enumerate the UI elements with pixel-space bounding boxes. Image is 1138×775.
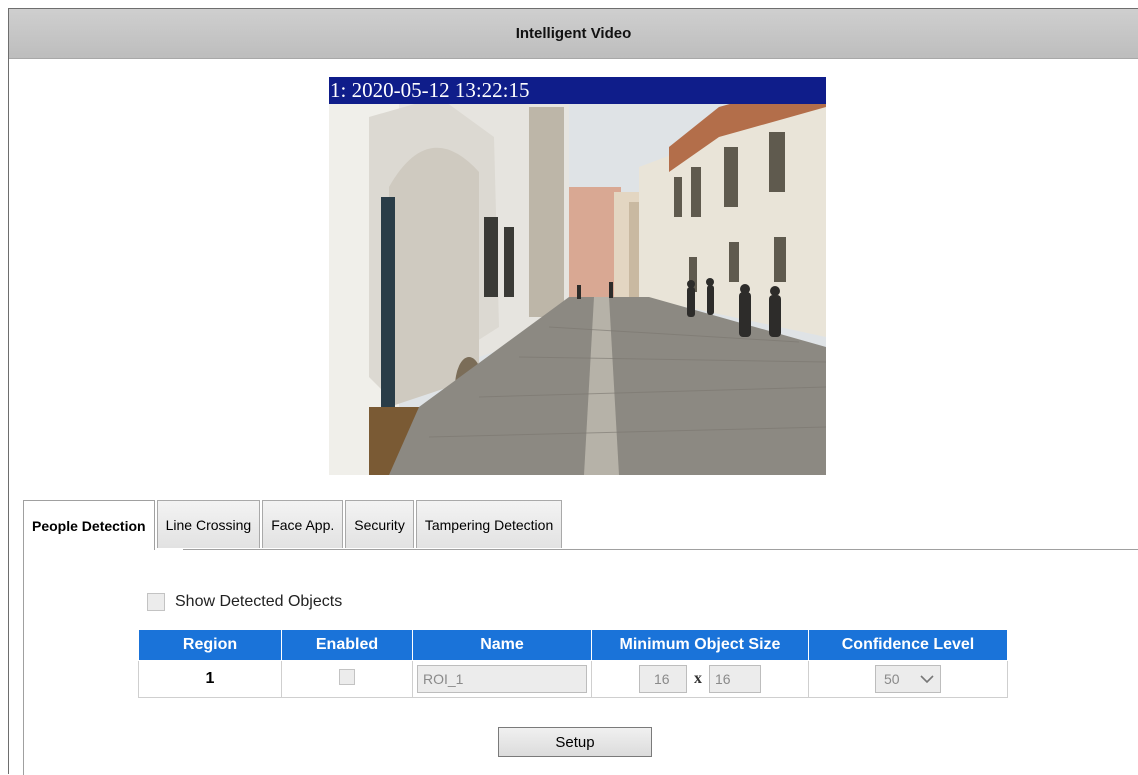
- show-detected-objects-label: Show Detected Objects: [175, 593, 343, 610]
- chevron-down-icon: [920, 674, 934, 683]
- header-enabled: Enabled: [281, 629, 413, 661]
- setup-button[interactable]: Setup: [498, 727, 652, 757]
- region-number: 1: [138, 660, 282, 698]
- enabled-checkbox[interactable]: [339, 668, 355, 685]
- header-minimum-object-size: Minimum Object Size: [591, 629, 809, 661]
- tab-line-crossing[interactable]: Line Crossing: [156, 500, 261, 548]
- show-detected-objects-checkbox[interactable]: [147, 593, 165, 611]
- min-size-cell: 16 x 16: [591, 660, 809, 698]
- table-row: 1 ROI_1 16 x 16 50: [138, 660, 1008, 698]
- window-title: Intelligent Video: [9, 9, 1138, 59]
- panel-border: [23, 549, 24, 775]
- tab-security[interactable]: Security: [345, 500, 414, 548]
- detection-tabs: People Detection Line Crossing Face App.…: [23, 500, 564, 550]
- name-cell: ROI_1: [412, 660, 592, 698]
- enabled-cell: [281, 660, 413, 698]
- video-timestamp: 1: 2020-05-12 13:22:15: [329, 77, 826, 104]
- tab-divider: [183, 549, 1138, 550]
- video-preview: 1: 2020-05-12 13:22:15: [329, 77, 826, 475]
- intelligent-video-window: Intelligent Video 1: 2020-05-12 13:22:15: [8, 8, 1138, 775]
- show-detected-objects-option: Show Detected Objects: [147, 593, 342, 611]
- min-height-input[interactable]: 16: [709, 665, 761, 693]
- header-confidence-level: Confidence Level: [808, 629, 1008, 661]
- tab-face-app[interactable]: Face App.: [262, 500, 344, 548]
- size-separator: x: [694, 670, 702, 687]
- confidence-cell: 50: [808, 660, 1008, 698]
- table-header-row: Region Enabled Name Minimum Object Size …: [138, 629, 1008, 661]
- tab-people-detection[interactable]: People Detection: [23, 500, 155, 550]
- region-name-input[interactable]: ROI_1: [417, 665, 587, 693]
- header-region: Region: [138, 629, 282, 661]
- confidence-level-select[interactable]: 50: [875, 665, 941, 693]
- min-width-input[interactable]: 16: [639, 665, 687, 693]
- confidence-level-value: 50: [884, 671, 900, 687]
- header-name: Name: [412, 629, 592, 661]
- street-scene-image: [329, 77, 826, 475]
- region-table: Region Enabled Name Minimum Object Size …: [138, 629, 1008, 698]
- tab-tampering-detection[interactable]: Tampering Detection: [415, 500, 563, 548]
